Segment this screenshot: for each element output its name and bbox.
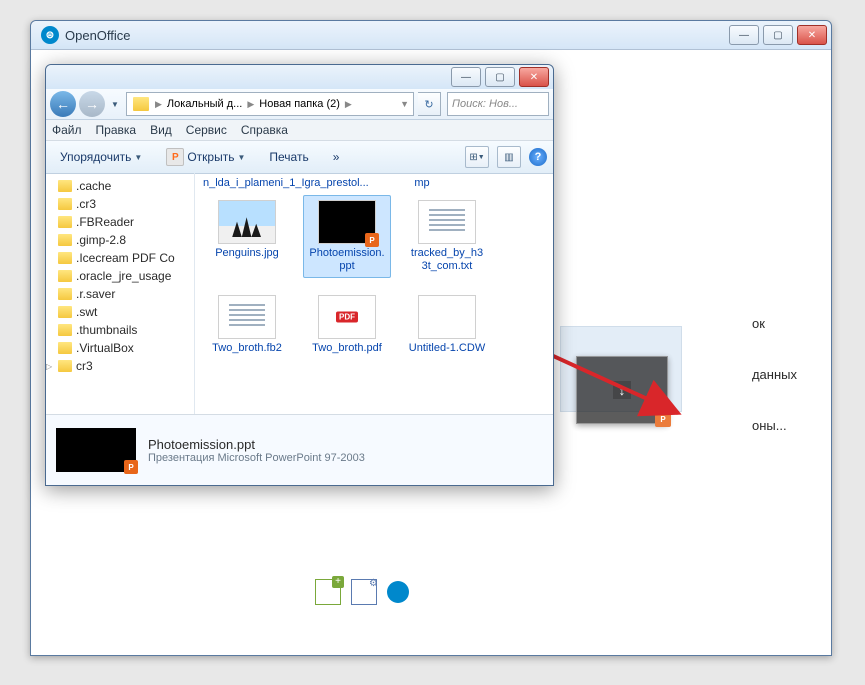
view-mode-button[interactable]: ⊞▼ <box>465 146 489 168</box>
more-button[interactable]: » <box>325 147 348 167</box>
file-thumbnail: P <box>318 200 376 244</box>
breadcrumb-sep: ▶ <box>153 99 164 110</box>
file-item[interactable]: Untitled-1.CDW <box>403 290 491 360</box>
powerpoint-app-icon: P <box>166 148 184 166</box>
oo-link-1[interactable]: ок <box>752 316 797 331</box>
oo-link-3[interactable]: оны... <box>752 418 797 433</box>
breadcrumb-sep: ▶ <box>245 99 256 110</box>
sidebar-folder[interactable]: .gimp-2.8 <box>46 231 194 249</box>
folder-tree[interactable]: .cache.cr3.FBReader.gimp-2.8.Icecream PD… <box>46 173 195 427</box>
breadcrumb-sep: ▶ <box>343 99 354 110</box>
address-bar[interactable]: ▶ Локальный д... ▶ Новая папка (2) ▶ ▼ <box>126 92 414 116</box>
files-area[interactable]: n_lda_i_plameni_1_Igra_prestol... mp Pen… <box>195 173 553 427</box>
powerpoint-badge-icon: P <box>365 233 379 247</box>
organize-button[interactable]: Упорядочить▼ <box>52 147 150 167</box>
explorer-titlebar[interactable]: — ▢ ✕ <box>46 65 553 89</box>
file-item[interactable]: n_lda_i_plameni_1_Igra_prestol... <box>203 177 281 189</box>
minimize-button[interactable]: — <box>729 25 759 45</box>
breadcrumb-1[interactable]: Локальный д... <box>164 98 245 110</box>
templates-icon[interactable] <box>351 579 377 605</box>
sidebar-folder[interactable]: .oracle_jre_usage <box>46 267 194 285</box>
file-thumbnail <box>418 200 476 244</box>
menu-help[interactable]: Справка <box>241 123 288 137</box>
help-button[interactable]: ? <box>529 148 547 166</box>
explorer-window: — ▢ ✕ ← → ▼ ▶ Локальный д... ▶ Новая пап… <box>45 64 554 486</box>
nav-history-dropdown[interactable]: ▼ <box>108 100 122 109</box>
folder-icon <box>133 97 149 111</box>
powerpoint-badge-icon: P <box>655 411 671 427</box>
openoffice-titlebar: ⊜ OpenOffice — ▢ ✕ <box>31 21 831 50</box>
menu-service[interactable]: Сервис <box>186 123 227 137</box>
menu-edit[interactable]: Правка <box>96 123 137 137</box>
sidebar-folder[interactable]: .FBReader <box>46 213 194 231</box>
sidebar-folder[interactable]: .VirtualBox <box>46 339 194 357</box>
nav-forward-button[interactable]: → <box>79 91 105 117</box>
file-thumbnail <box>318 295 376 339</box>
oo-link-2[interactable]: данных <box>752 367 797 382</box>
explorer-maximize-button[interactable]: ▢ <box>485 67 515 87</box>
nav-back-button[interactable]: ← <box>50 91 76 117</box>
openoffice-logo-icon: ⊜ <box>41 26 59 44</box>
menu-view[interactable]: Вид <box>150 123 172 137</box>
sidebar-folder[interactable]: .Icecream PDF Co <box>46 249 194 267</box>
close-button[interactable]: ✕ <box>797 25 827 45</box>
sidebar-folder[interactable]: .cr3 <box>46 195 194 213</box>
menu-file[interactable]: Файл <box>52 123 82 137</box>
file-item[interactable]: mp <box>383 177 461 189</box>
menu-bar: Файл Правка Вид Сервис Справка <box>46 120 553 141</box>
file-thumbnail <box>218 295 276 339</box>
maximize-button[interactable]: ▢ <box>763 25 793 45</box>
explorer-nav-bar: ← → ▼ ▶ Локальный д... ▶ Новая папка (2)… <box>46 89 553 120</box>
file-item[interactable]: Penguins.jpg <box>203 195 291 278</box>
drag-ghost-thumbnail: P <box>576 356 668 424</box>
file-item[interactable]: Two_broth.pdf <box>303 290 391 360</box>
sidebar-folder[interactable]: .cache <box>46 177 194 195</box>
print-button[interactable]: Печать <box>261 147 316 167</box>
file-item[interactable]: tracked_by_h33t_com.txt <box>403 195 491 278</box>
explorer-close-button[interactable]: ✕ <box>519 67 549 87</box>
breadcrumb-2[interactable]: Новая папка (2) <box>256 98 343 110</box>
address-dropdown-icon[interactable]: ▼ <box>398 99 411 109</box>
details-thumbnail: P <box>56 428 136 472</box>
file-item[interactable]: Two_broth.fb2 <box>203 290 291 360</box>
open-button[interactable]: P Открыть▼ <box>158 145 253 169</box>
powerpoint-badge-icon: P <box>124 460 138 474</box>
toolbar: Упорядочить▼ P Открыть▼ Печать » ⊞▼ ▥ ? <box>46 141 553 174</box>
details-filename: Photoemission.ppt <box>148 437 365 452</box>
sidebar-folder[interactable]: ▷cr3 <box>46 357 194 375</box>
search-input[interactable]: Поиск: Нов... <box>447 92 549 116</box>
sidebar-folder[interactable]: .r.saver <box>46 285 194 303</box>
details-filetype: Презентация Microsoft PowerPoint 97-2003 <box>148 452 365 464</box>
sidebar-folder[interactable]: .swt <box>46 303 194 321</box>
file-thumbnail <box>418 295 476 339</box>
search-placeholder: Поиск: Нов... <box>452 98 518 110</box>
preview-pane-button[interactable]: ▥ <box>497 146 521 168</box>
file-thumbnail <box>218 200 276 244</box>
explorer-minimize-button[interactable]: — <box>451 67 481 87</box>
details-pane: P Photoemission.ppt Презентация Microsof… <box>46 414 553 485</box>
sidebar-folder[interactable]: .thumbnails <box>46 321 194 339</box>
new-document-icon[interactable] <box>315 579 341 605</box>
refresh-button[interactable]: ↻ <box>418 92 441 116</box>
file-item[interactable]: PPhotoemission.ppt <box>303 195 391 278</box>
globe-icon[interactable] <box>387 581 409 603</box>
openoffice-title: OpenOffice <box>65 28 729 43</box>
